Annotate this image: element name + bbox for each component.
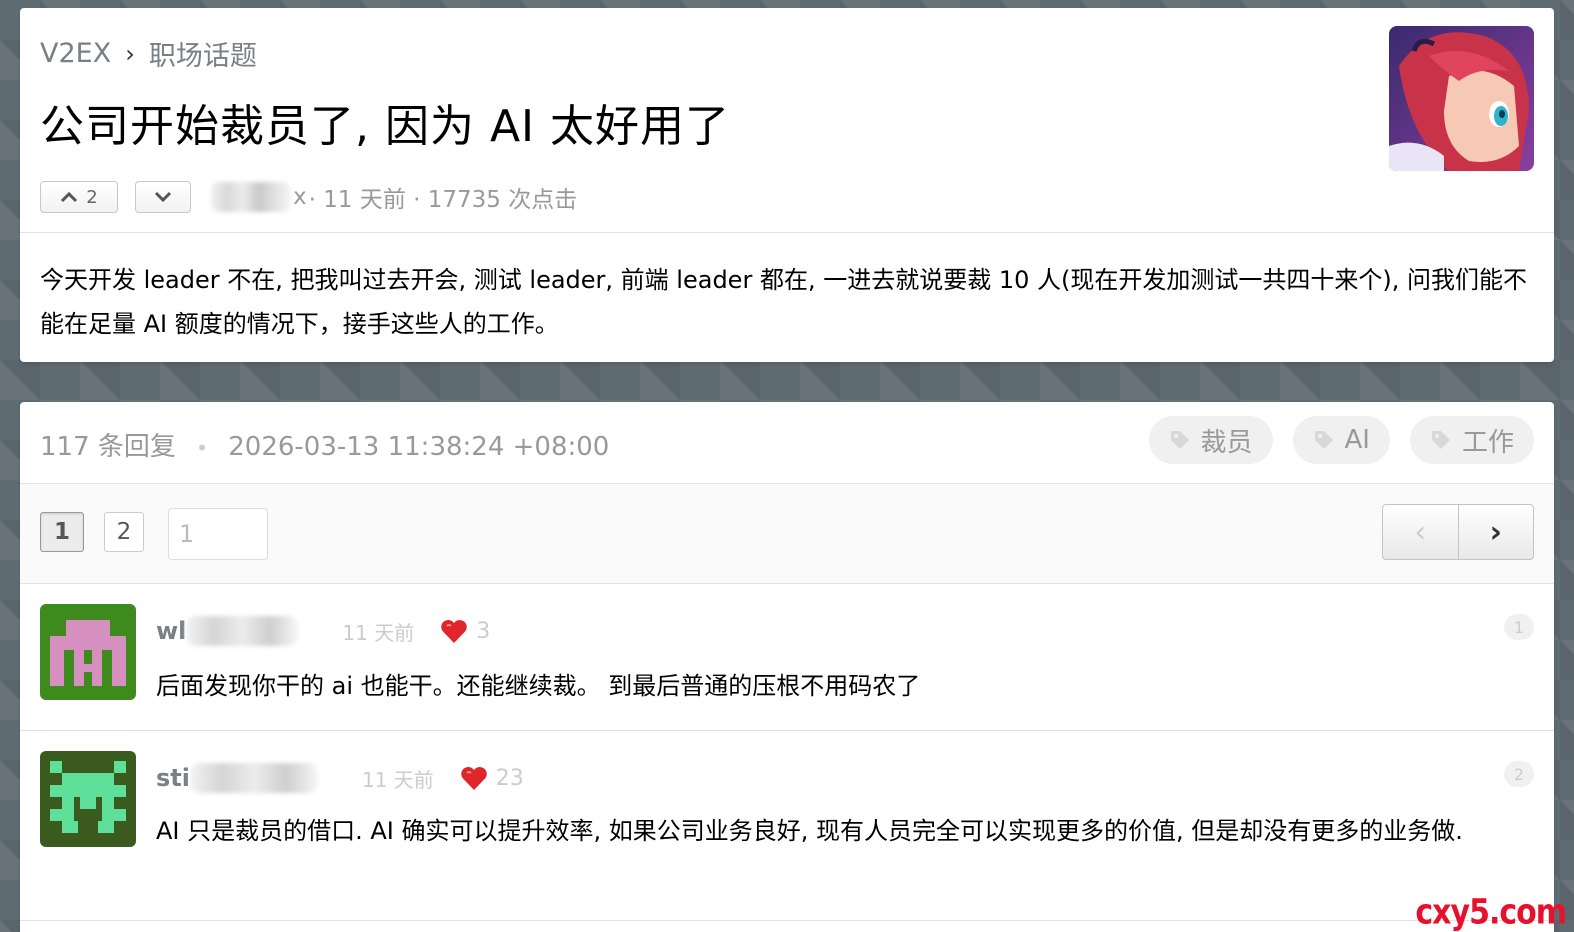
prev-page-button[interactable]: ‹ — [1383, 505, 1459, 559]
pagination: 1 2 1 ‹ › — [20, 484, 1554, 584]
breadcrumb-node-link[interactable]: 职场话题 — [149, 34, 257, 73]
reply-avatar[interactable] — [40, 604, 136, 700]
reply-username-blurred[interactable] — [189, 763, 318, 793]
page-2-button[interactable]: 2 — [104, 512, 144, 552]
tag-label: 裁员 — [1200, 427, 1253, 458]
reply-text: 后面发现你干的 ai 也能干。还能继续裁。 到最后普通的压根不用码农了 — [156, 672, 921, 700]
breadcrumb: V2EX › 职场话题 — [40, 34, 257, 73]
downvote-button[interactable] — [135, 181, 191, 213]
reply-avatar[interactable] — [40, 751, 136, 847]
tag-list: 裁员 AI 工作 — [1148, 416, 1534, 464]
reply-count: 117 条回复 — [40, 432, 176, 462]
next-page-button[interactable]: › — [1459, 505, 1534, 559]
upvote-button[interactable]: 2 — [40, 181, 118, 213]
author-name-suffix[interactable]: x — [293, 184, 307, 210]
reply-meta: sti 11 天前 23 — [156, 763, 524, 793]
tag-label: AI — [1344, 425, 1370, 455]
reply-box: 117 条回复 • 2026-03-13 11:38:24 +08:00 裁员 … — [20, 402, 1554, 932]
tag-icon — [1170, 431, 1189, 449]
reply-username-blurred[interactable] — [186, 616, 299, 646]
tag-work[interactable]: 工作 — [1409, 416, 1534, 464]
chevron-down-icon — [154, 191, 172, 203]
reply-summary-dot: • — [196, 435, 208, 460]
topic-content: 今天开发 leader 不在, 把我叫过去开会, 测试 leader, 前端 l… — [40, 266, 1527, 338]
tag-icon — [1314, 431, 1333, 449]
reply-likes: 3 — [440, 618, 490, 644]
page-jump-input[interactable]: 1 — [168, 508, 268, 560]
heart-icon — [441, 619, 467, 643]
chevron-up-icon — [61, 191, 78, 203]
tag-label: 工作 — [1461, 427, 1514, 458]
like-count: 3 — [476, 618, 491, 644]
author-avatar[interactable] — [1389, 26, 1534, 171]
topic-divider — [20, 232, 1554, 233]
tag-ai[interactable]: AI — [1292, 416, 1390, 464]
topic-meta: · 11 天前 · 17735 次点击 — [308, 187, 578, 213]
reply-item: wl 11 天前 3 1 后面发现你干的 ai 也能干。还能继续裁。 到最后普通… — [20, 584, 1554, 731]
page-nav: ‹ › — [1382, 504, 1534, 560]
reply-likes: 23 — [460, 765, 524, 791]
reply-number: 2 — [1504, 761, 1534, 787]
reply-item: sti 11 天前 23 2 AI 只是裁员的借口. AI 确实可以提升效率, … — [20, 731, 1554, 921]
tag-icon — [1431, 431, 1450, 449]
like-count: 23 — [495, 765, 524, 791]
reply-username[interactable]: sti — [156, 764, 190, 792]
reply-meta: wl 11 天前 3 — [156, 616, 490, 646]
topic-meta-row: 2 x · 11 天前 · 17735 次点击 — [40, 180, 577, 214]
reply-time: 11 天前 — [361, 767, 434, 792]
breadcrumb-site-link[interactable]: V2EX — [40, 38, 111, 69]
reply-username[interactable]: wl — [156, 617, 186, 645]
topic-title: 公司开始裁员了, 因为 AI 太好用了 — [40, 101, 731, 152]
reply-time: 11 天前 — [342, 620, 415, 645]
site-watermark: cxy5.com — [1415, 892, 1567, 932]
topic-box: V2EX › 职场话题 公司开始裁员了, 因为 AI 太好用了 2 x · 11… — [20, 8, 1554, 362]
reply-timestamp: 2026-03-13 11:38:24 +08:00 — [228, 432, 610, 462]
breadcrumb-separator: › — [125, 39, 135, 68]
reply-header: 117 条回复 • 2026-03-13 11:38:24 +08:00 裁员 … — [20, 402, 1554, 484]
page-1-button[interactable]: 1 — [40, 512, 84, 552]
reply-number: 1 — [1504, 614, 1534, 640]
reply-text: AI 只是裁员的借口. AI 确实可以提升效率, 如果公司业务良好, 现有人员完… — [156, 817, 1463, 845]
heart-icon — [461, 766, 487, 790]
upvote-count: 2 — [86, 186, 98, 208]
tag-layoff[interactable]: 裁员 — [1148, 416, 1273, 464]
reply-summary: 117 条回复 • 2026-03-13 11:38:24 +08:00 — [40, 426, 609, 463]
author-name-blurred[interactable] — [211, 182, 291, 212]
